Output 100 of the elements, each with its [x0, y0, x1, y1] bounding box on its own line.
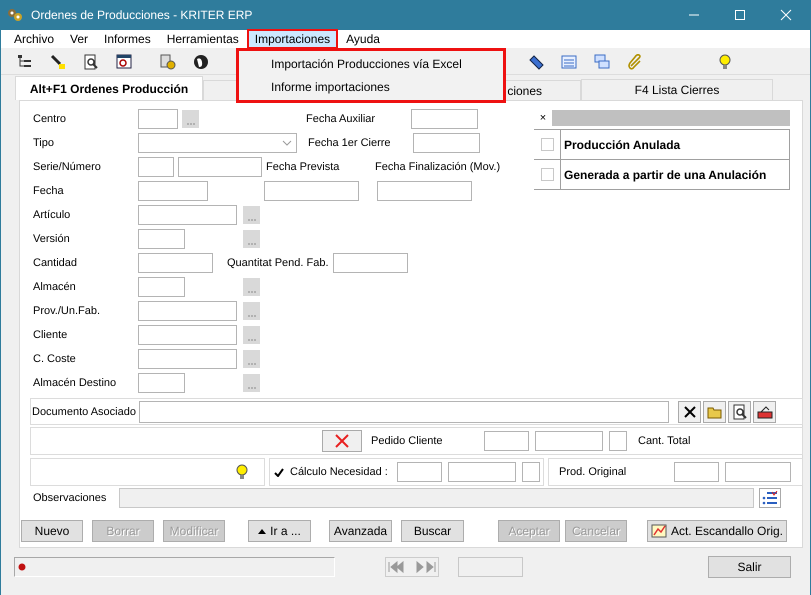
tab[interactable]: Alt+F1 Ordenes Producción: [15, 76, 203, 100]
menu-option[interactable]: Informe importaciones: [239, 80, 503, 94]
field-label: Cantidad: [32, 257, 78, 269]
field-label: Quantitat Pend. Fab.: [227, 257, 329, 269]
open-button[interactable]: [703, 400, 726, 422]
field-label: Centro: [32, 113, 68, 125]
input-field[interactable]: [139, 400, 669, 422]
menu-option[interactable]: Importación Producciones vía Excel: [239, 57, 503, 72]
checkbox[interactable]: [540, 168, 554, 181]
gears-icon: [7, 7, 23, 23]
tree-icon[interactable]: [17, 54, 33, 70]
close-button[interactable]: ×: [534, 112, 552, 124]
field-label: Pedido Cliente: [371, 435, 444, 447]
input-field[interactable]: [138, 325, 237, 345]
field-label: Prov./Un.Fab.: [32, 305, 102, 317]
input-field[interactable]: [178, 157, 262, 177]
field-label: Serie/Número: [32, 161, 102, 173]
record-icon: [18, 563, 26, 571]
input-field[interactable]: [333, 253, 408, 273]
field-label: Artículo: [32, 209, 72, 221]
input-field[interactable]: [138, 373, 185, 393]
field-label: Tipo: [32, 137, 55, 149]
input-field[interactable]: [725, 462, 791, 482]
dropdown-field[interactable]: [138, 133, 297, 153]
menu-item[interactable]: Informes: [96, 29, 159, 49]
navigation-icon: [386, 560, 438, 574]
window-search-icon[interactable]: [116, 54, 132, 70]
field-label: Almacén: [32, 281, 77, 293]
field-label: Fecha: [32, 185, 65, 197]
advanced-button[interactable]: Avanzada: [329, 520, 392, 542]
input-field[interactable]: [484, 431, 529, 451]
magnifier-document-icon: [732, 404, 746, 420]
window-title: Ordenes de Producciones - KRITER ERP: [31, 8, 252, 22]
input-field[interactable]: [377, 181, 472, 201]
close-icon[interactable]: [780, 9, 792, 21]
triangle-up-icon: [258, 528, 266, 534]
field-label: Cant. Total: [638, 435, 690, 447]
goto-button[interactable]: Ir a ...: [248, 520, 311, 542]
scan-button[interactable]: [753, 400, 776, 422]
input-field[interactable]: [674, 462, 719, 482]
input-field[interactable]: [138, 109, 178, 129]
field-label: Prod. Original: [559, 466, 628, 478]
tag-icon[interactable]: [528, 54, 544, 70]
field-label: Fecha 1er Cierre: [308, 137, 392, 149]
field-label: Cálculo Necesidad :: [290, 466, 389, 478]
record-field: [458, 557, 523, 577]
input-field[interactable]: [138, 229, 185, 249]
field-label: Fecha Auxiliar: [306, 113, 376, 125]
input-field[interactable]: [522, 462, 540, 482]
flag-label: Generada a partir de una Anulación: [563, 166, 766, 184]
update-button[interactable]: Act. Escandallo Orig.: [647, 520, 787, 542]
input-field[interactable]: [413, 133, 480, 153]
notes-field[interactable]: [119, 488, 754, 508]
clear-button[interactable]: [678, 400, 701, 422]
windows-icon[interactable]: [594, 54, 610, 70]
input-field[interactable]: [448, 462, 516, 482]
menu-item[interactable]: Archivo: [6, 29, 62, 49]
exit-button[interactable]: Salir: [708, 556, 791, 578]
tab[interactable]: F4 Lista Cierres: [581, 79, 773, 100]
input-field[interactable]: [411, 109, 478, 129]
chart-icon: [650, 524, 667, 538]
pen-icon[interactable]: [50, 54, 66, 70]
input-field[interactable]: [397, 462, 442, 482]
preview-icon[interactable]: [83, 54, 99, 70]
checklist-button[interactable]: [759, 488, 781, 508]
search-button[interactable]: Buscar: [401, 520, 464, 542]
input-field[interactable]: [138, 301, 237, 321]
input-field[interactable]: [535, 431, 603, 451]
new-button[interactable]: Nuevo: [21, 520, 83, 542]
checklist-icon: [762, 491, 778, 505]
menu-item[interactable]: Ver: [62, 29, 96, 49]
field-label: Cliente: [32, 329, 68, 341]
field-label: Almacén Destino: [32, 377, 118, 389]
close-icon: [682, 404, 696, 418]
menu-item[interactable]: Importaciones: [246, 29, 338, 49]
lightbulb-icon[interactable]: [717, 54, 733, 70]
maximize-icon[interactable]: [734, 9, 746, 21]
field-label: Versión: [32, 233, 71, 245]
checkmark-icon[interactable]: [274, 468, 284, 476]
flag-label: Producción Anulada: [563, 136, 680, 154]
input-field[interactable]: [138, 253, 213, 273]
input-field[interactable]: [138, 205, 237, 225]
close-icon: [335, 434, 349, 448]
checkbox[interactable]: [540, 138, 554, 151]
input-field[interactable]: [138, 157, 174, 177]
paperclip-icon[interactable]: [627, 54, 643, 70]
menu-item[interactable]: Ayuda: [338, 29, 388, 49]
list-window-icon[interactable]: [561, 54, 577, 70]
delete-button[interactable]: [322, 430, 362, 452]
field-label: Fecha Prevista: [266, 161, 340, 173]
preview-button[interactable]: [728, 400, 751, 422]
input-field[interactable]: [264, 181, 359, 201]
input-field[interactable]: [609, 431, 627, 451]
field-label: Observaciones: [32, 492, 108, 504]
input-field[interactable]: [138, 181, 208, 201]
scanner-icon: [756, 404, 772, 418]
menu-item[interactable]: Herramientas: [158, 29, 247, 49]
input-field[interactable]: [138, 277, 185, 297]
input-field[interactable]: [138, 349, 237, 369]
record-navigator[interactable]: [385, 557, 439, 577]
